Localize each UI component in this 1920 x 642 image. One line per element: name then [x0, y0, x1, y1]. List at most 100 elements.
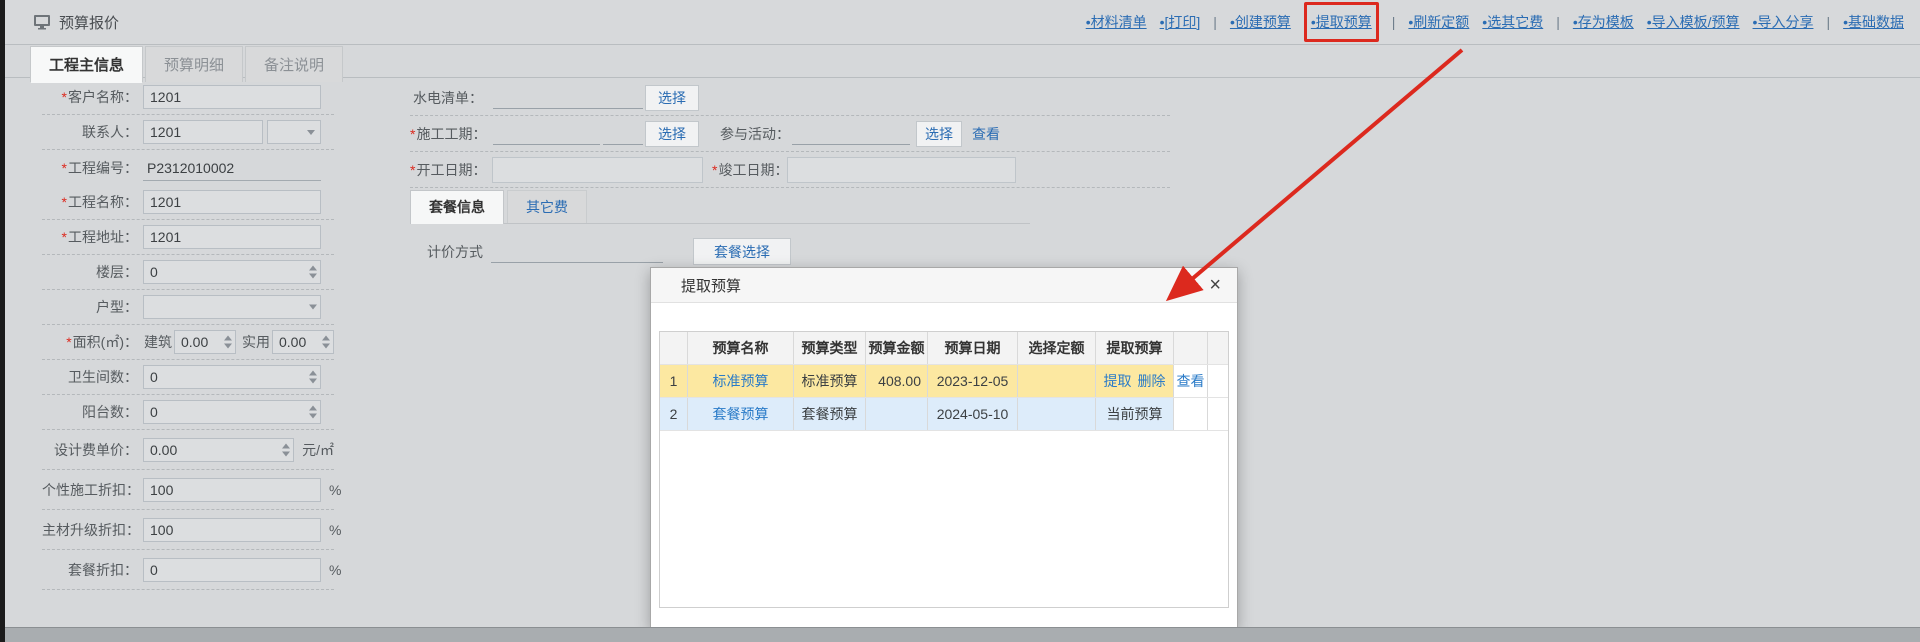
house-type-select[interactable] — [143, 295, 321, 319]
table-row[interactable]: 2 套餐预算 套餐预算 2024-05-10 当前预算 — [660, 398, 1228, 431]
toolbar-link-refresh-quota[interactable]: •刷新定额 — [1408, 12, 1469, 32]
construction-period-input[interactable] — [493, 123, 600, 145]
budget-type-cell: 标准预算 — [794, 365, 866, 397]
toolbar-link-extract-budget[interactable]: •提取预算 — [1311, 14, 1372, 30]
chevron-down-icon — [309, 305, 317, 310]
end-date-input[interactable] — [787, 157, 1016, 183]
hydro-list-input[interactable] — [493, 87, 643, 109]
budget-table: 预算名称 预算类型 预算金额 预算日期 选择定额 提取预算 1 标准预算 标准预… — [659, 331, 1229, 608]
tab-budget-detail[interactable]: 预算明细 — [145, 46, 243, 82]
design-fee-input[interactable] — [143, 438, 294, 462]
form-row-house-type: 户型： — [42, 290, 334, 325]
form-row-project-addr: *工程地址： — [42, 220, 334, 255]
activity-select-button[interactable]: 选择 — [916, 121, 962, 147]
required-mark: * — [410, 162, 415, 178]
tab-package-info[interactable]: 套餐信息 — [410, 190, 504, 224]
budget-date-cell: 2023-12-05 — [928, 365, 1018, 397]
close-icon[interactable]: × — [1205, 273, 1225, 297]
area-usable-stepper[interactable] — [322, 336, 330, 349]
toolbar-link-create-budget[interactable]: •创建预算 — [1230, 12, 1291, 32]
bathrooms-input[interactable] — [143, 365, 321, 389]
annotation-highlight-box: •提取预算 — [1304, 2, 1379, 42]
package-select-button[interactable]: 套餐选择 — [693, 238, 791, 265]
hydro-select-button[interactable]: 选择 — [645, 85, 699, 111]
budget-amount-cell — [866, 398, 928, 430]
toolbar-link-import-share[interactable]: •导入分享 — [1753, 12, 1814, 32]
hydro-list-label: 水电清单： — [410, 88, 483, 108]
tab-project-main-info[interactable]: 工程主信息 — [30, 46, 143, 82]
start-date-input[interactable] — [492, 157, 703, 183]
contact-dropdown[interactable] — [267, 120, 321, 144]
form-row-area: *面积(㎡)： 建筑 实用 — [42, 325, 334, 360]
chevron-down-icon — [307, 130, 315, 135]
arrow-up-icon — [309, 406, 317, 411]
area-built-stepper[interactable] — [224, 336, 232, 349]
header-budget-date: 预算日期 — [928, 332, 1018, 364]
contact-input[interactable] — [143, 120, 263, 144]
balconies-input[interactable] — [143, 400, 321, 424]
floor-stepper[interactable] — [309, 266, 317, 279]
toolbar-link-import-template[interactable]: •导入模板/预算 — [1647, 12, 1740, 32]
row-number: 1 — [660, 365, 688, 397]
house-type-caret[interactable] — [309, 305, 317, 310]
construction-period-input-2[interactable] — [603, 123, 643, 145]
tab-remarks[interactable]: 备注说明 — [245, 46, 343, 82]
view-link[interactable]: 查看 — [1177, 371, 1205, 391]
floor-input[interactable] — [143, 260, 321, 284]
toolbar-links: •材料清单 •[打印] | •创建预算 •提取预算 | •刷新定额 •选其它费 … — [1086, 2, 1904, 42]
project-name-input[interactable] — [143, 190, 321, 214]
header-row-number — [660, 332, 688, 364]
form-row-pricing: 计价方式 套餐选择 — [410, 238, 1170, 265]
package-discount-input[interactable] — [143, 558, 321, 582]
activity-input[interactable] — [792, 123, 910, 145]
budget-amount-cell: 408.00 — [866, 365, 928, 397]
modal-titlebar: 提取预算 × — [651, 268, 1237, 303]
area-built-label: 建筑 — [144, 332, 172, 352]
custom-discount-label: 个性施工折扣： — [42, 480, 138, 500]
budget-name-link[interactable]: 套餐预算 — [713, 404, 769, 424]
toolbar-divider: | — [1392, 14, 1396, 30]
start-date-label: 开工日期： — [416, 162, 486, 178]
form-row-package-discount: 套餐折扣： % — [42, 550, 334, 590]
custom-discount-input[interactable] — [143, 478, 321, 502]
tab-other-fees[interactable]: 其它费 — [507, 190, 587, 223]
construction-period-select-button[interactable]: 选择 — [645, 121, 699, 147]
toolbar-link-material-list[interactable]: •材料清单 — [1086, 12, 1147, 32]
project-addr-label: 工程地址： — [68, 229, 138, 245]
form-row-bathrooms: 卫生间数： — [42, 360, 334, 395]
delete-link[interactable]: 删除 — [1138, 371, 1166, 391]
activity-view-link[interactable]: 查看 — [972, 124, 1000, 144]
form-row-balconies: 阳台数： — [42, 395, 334, 430]
toolbar-link-save-template[interactable]: •存为模板 — [1573, 12, 1634, 32]
header-extract-budget: 提取预算 — [1096, 332, 1174, 364]
project-addr-input[interactable] — [143, 225, 321, 249]
toolbar-link-base-data[interactable]: •基础数据 — [1843, 12, 1904, 32]
design-fee-label: 设计费单价： — [42, 440, 138, 460]
table-header-row: 预算名称 预算类型 预算金额 预算日期 选择定额 提取预算 — [660, 332, 1228, 365]
design-fee-stepper[interactable] — [282, 443, 290, 456]
form-row-construction-period: *施工工期： 选择 参与活动： 选择 查看 — [410, 116, 1170, 152]
form-row-hydro-list: 水电清单： 选择 — [410, 80, 1170, 116]
extract-link[interactable]: 提取 — [1104, 371, 1132, 391]
header-budget-name: 预算名称 — [688, 332, 794, 364]
balconies-stepper[interactable] — [309, 406, 317, 419]
area-label: 面积(㎡)： — [73, 334, 138, 350]
required-mark: * — [62, 89, 67, 105]
toolbar-link-other-fees[interactable]: •选其它费 — [1482, 12, 1543, 32]
view-cell-empty — [1174, 398, 1208, 430]
project-no-label: 工程编号： — [68, 160, 138, 176]
package-discount-label: 套餐折扣： — [42, 560, 138, 580]
bathrooms-stepper[interactable] — [309, 371, 317, 384]
project-no-value: P2312010002 — [143, 155, 321, 181]
contact-label: 联系人： — [42, 122, 138, 142]
table-row[interactable]: 1 标准预算 标准预算 408.00 2023-12-05 提取 删除 查看 — [660, 365, 1228, 398]
customer-name-input[interactable] — [143, 85, 321, 109]
top-bar: 预算报价 •材料清单 •[打印] | •创建预算 •提取预算 | •刷新定额 •… — [5, 0, 1920, 45]
budget-name-link[interactable]: 标准预算 — [713, 371, 769, 391]
required-mark: * — [410, 126, 415, 142]
toolbar-link-print[interactable]: •[打印] — [1160, 12, 1201, 32]
material-discount-input[interactable] — [143, 518, 321, 542]
required-mark: * — [62, 160, 67, 176]
pricing-input[interactable] — [491, 241, 663, 263]
percent-sign: % — [329, 522, 341, 538]
